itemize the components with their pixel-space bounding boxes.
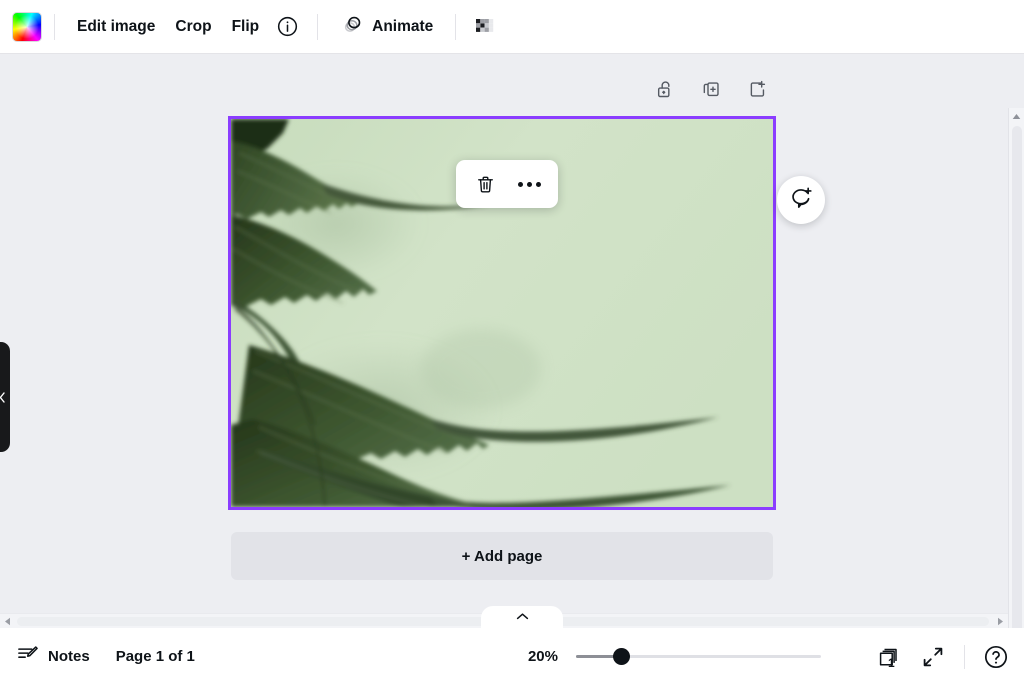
page-container bbox=[228, 80, 825, 510]
info-circle-icon[interactable] bbox=[269, 9, 305, 45]
zoom-controls: 20% bbox=[510, 648, 821, 665]
page-indicator-label: Page 1 of 1 bbox=[115, 648, 195, 665]
bottom-status-bar: Notes Page 1 of 1 20% 1 bbox=[0, 628, 1024, 685]
vertical-scroll-thumb[interactable] bbox=[1012, 126, 1022, 628]
trash-icon[interactable] bbox=[466, 165, 504, 203]
chevron-left-icon bbox=[0, 391, 7, 404]
add-page-button[interactable]: + Add page bbox=[231, 532, 773, 580]
scroll-right-arrow[interactable] bbox=[993, 614, 1008, 629]
sidebar-collapse-handle[interactable] bbox=[0, 342, 10, 452]
bottom-divider bbox=[964, 644, 965, 669]
more-options-icon[interactable] bbox=[510, 165, 548, 203]
add-page-label: + Add page bbox=[461, 547, 543, 565]
help-circle-icon[interactable] bbox=[976, 637, 1016, 677]
notes-pencil-icon bbox=[16, 643, 39, 670]
transparency-checkerboard-icon[interactable] bbox=[468, 9, 504, 45]
edit-image-button[interactable]: Edit image bbox=[67, 9, 165, 45]
edit-image-label: Edit image bbox=[77, 17, 156, 35]
toolbar-divider-2 bbox=[317, 13, 319, 40]
flip-button[interactable]: Flip bbox=[222, 9, 270, 45]
add-page-icon[interactable] bbox=[741, 73, 773, 105]
editor-canvas-area: + Add page bbox=[0, 54, 1024, 628]
notes-button[interactable]: Notes bbox=[6, 638, 100, 676]
crop-label: Crop bbox=[175, 17, 212, 35]
page-indicator: Page 1 of 1 bbox=[106, 638, 205, 676]
crop-button[interactable]: Crop bbox=[165, 9, 221, 45]
expand-fullscreen-icon[interactable] bbox=[913, 637, 953, 677]
add-comment-icon bbox=[789, 185, 814, 215]
notes-label: Notes bbox=[48, 648, 90, 665]
scroll-up-arrow[interactable] bbox=[1009, 108, 1024, 124]
animate-icon bbox=[340, 12, 364, 41]
chevron-up-icon bbox=[516, 608, 529, 626]
page-stack-count: 1 bbox=[888, 655, 895, 670]
toolbar-divider-3 bbox=[455, 13, 457, 40]
element-floating-toolbar bbox=[456, 160, 558, 208]
toolbar-divider-1 bbox=[54, 13, 55, 40]
flip-label: Flip bbox=[231, 17, 260, 35]
animate-button[interactable]: Animate bbox=[330, 9, 443, 45]
color-gradient-swatch[interactable] bbox=[12, 11, 42, 42]
add-comment-button[interactable] bbox=[777, 176, 825, 224]
zoom-slider[interactable] bbox=[576, 648, 821, 665]
more-dots bbox=[517, 181, 541, 187]
unlock-icon[interactable] bbox=[649, 73, 681, 105]
duplicate-page-icon[interactable] bbox=[695, 73, 727, 105]
zoom-slider-handle[interactable] bbox=[613, 648, 630, 665]
page-stack-icon[interactable]: 1 bbox=[869, 637, 909, 677]
vertical-scrollbar[interactable] bbox=[1008, 108, 1024, 628]
animate-label: Animate bbox=[372, 17, 434, 35]
page-canvas[interactable] bbox=[228, 116, 776, 510]
zoom-level-value[interactable]: 20% bbox=[510, 648, 558, 665]
panel-expand-tab[interactable] bbox=[481, 606, 563, 628]
scroll-left-arrow[interactable] bbox=[0, 614, 15, 629]
page-tools-row bbox=[649, 73, 773, 105]
bottom-right-controls: 1 bbox=[869, 637, 1016, 677]
top-toolbar: Edit image Crop Flip Animate bbox=[0, 0, 1024, 54]
